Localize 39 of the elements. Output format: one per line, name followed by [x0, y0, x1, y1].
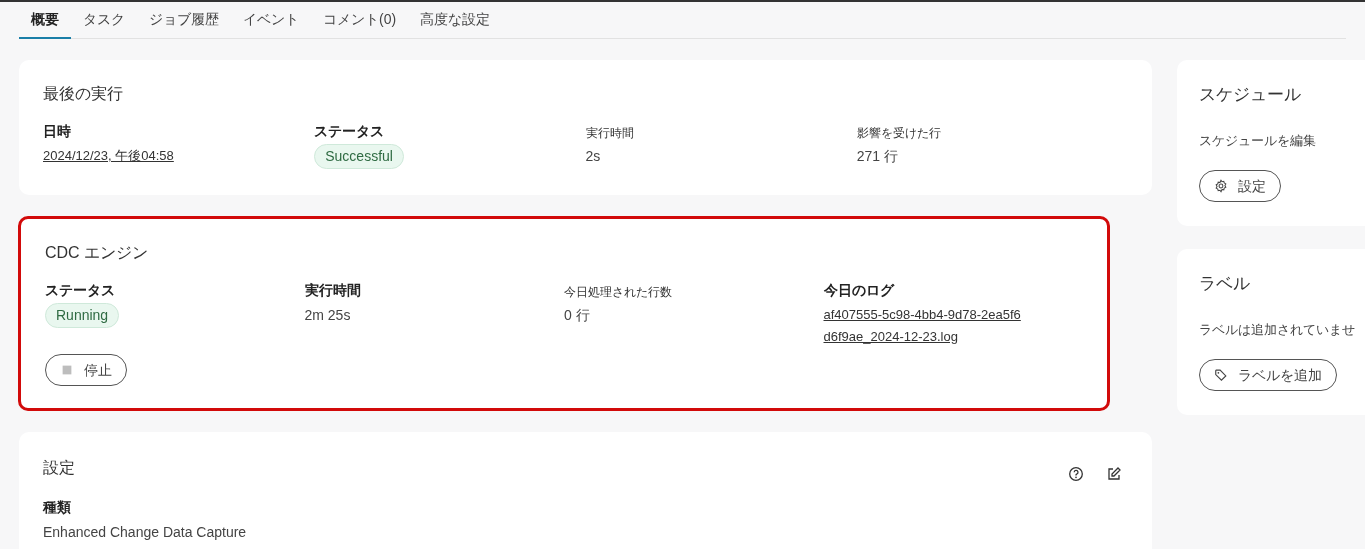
- button[interactable]: 停止: [45, 354, 127, 386]
- field-label: 影響を受けた行: [856, 125, 941, 142]
- field-value: 2m 25s: [304, 306, 351, 325]
- button[interactable]: ラベルを追加: [1199, 359, 1337, 391]
- edit-icon[interactable]: [1106, 466, 1122, 482]
- card-text: ラベルは追加されていませ: [1199, 320, 1356, 339]
- field-label: 実行時間: [585, 125, 634, 142]
- tab[interactable]: イベント: [231, 2, 311, 39]
- button[interactable]: 設定: [1199, 170, 1281, 202]
- tab[interactable]: 高度な設定: [408, 2, 503, 39]
- link[interactable]: af407555-5c98-4bb4-9d78-2ea5f6d6f9ae_2024-12-23.log: [823, 304, 1024, 348]
- field-label: 今日のログ: [823, 281, 894, 300]
- tag-icon: [1214, 368, 1228, 382]
- field-value: 0 行: [564, 306, 590, 325]
- help-icon[interactable]: [1068, 466, 1084, 482]
- field-label: 今日処理された行数: [564, 284, 672, 301]
- tab[interactable]: タスク: [71, 2, 137, 39]
- link[interactable]: 2024/12/23, 午後04:58: [43, 145, 243, 167]
- gear-icon: [1214, 179, 1228, 193]
- tab[interactable]: コメント(0): [311, 2, 409, 39]
- stop-icon: [60, 363, 74, 377]
- field-label: ステータス: [314, 122, 385, 141]
- field-label: ステータス: [45, 281, 115, 300]
- field-value: 2s: [585, 147, 601, 166]
- card-title: 設定: [43, 458, 75, 478]
- card-text: スケジュールを編集: [1199, 131, 1317, 150]
- status-badge: Running: [45, 303, 120, 328]
- card-title: CDC エンジン: [45, 243, 149, 263]
- field-label: 実行時間: [304, 281, 361, 300]
- field-label: 種類: [43, 498, 71, 517]
- card-title: ラベル: [1199, 273, 1251, 295]
- tab[interactable]: ジョブ履歴: [137, 2, 231, 39]
- field-value: 271 行: [856, 147, 898, 166]
- card-title: 最後の実行: [43, 84, 123, 104]
- field-label: 日時: [43, 122, 71, 141]
- status-badge: Successful: [314, 144, 404, 169]
- card-title: スケジュール: [1199, 84, 1302, 106]
- field-value: Enhanced Change Data Capture: [43, 523, 247, 542]
- tab[interactable]: 概要: [19, 2, 71, 39]
